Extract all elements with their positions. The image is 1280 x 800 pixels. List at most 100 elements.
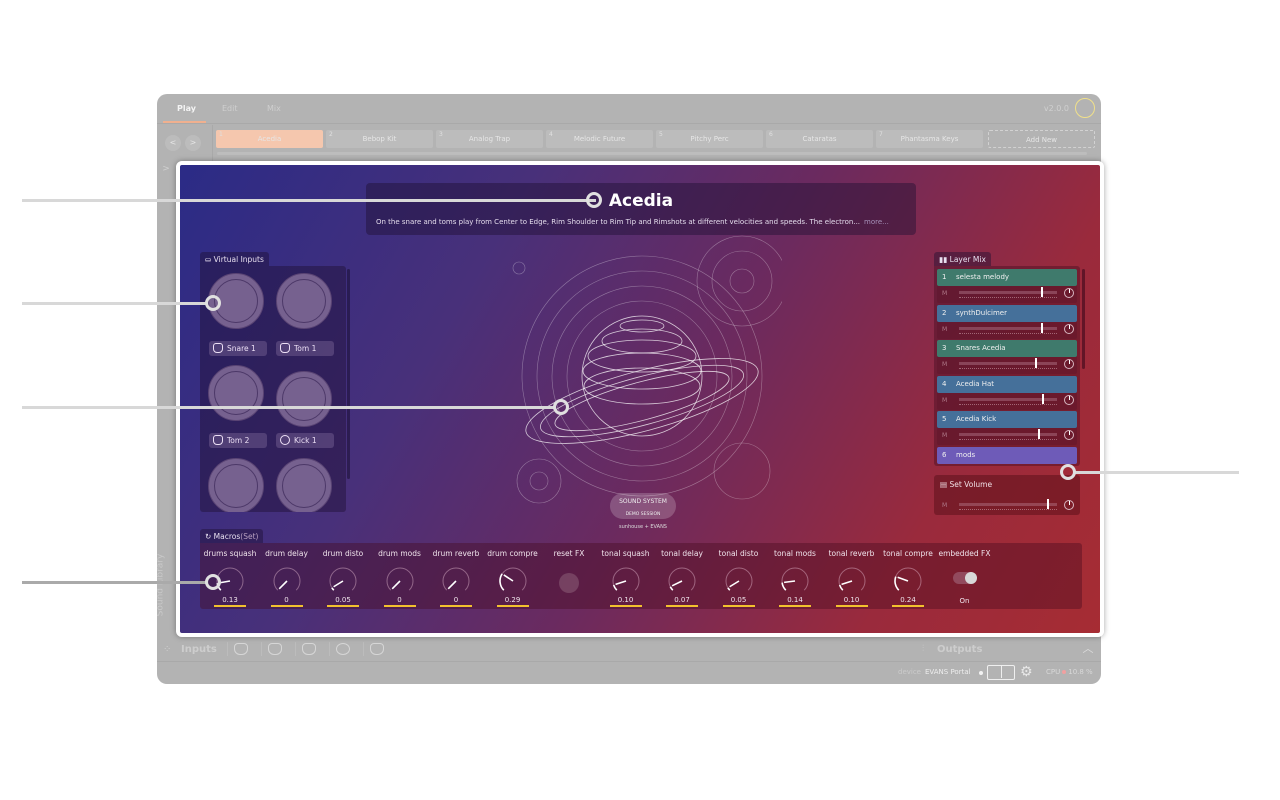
layer-volume-slider[interactable] [959, 433, 1057, 436]
macro-knob[interactable] [838, 567, 866, 595]
tab-edit[interactable]: Edit [222, 104, 238, 113]
reset-fx-button[interactable] [559, 573, 579, 593]
knob-track [273, 567, 300, 591]
macro-knob[interactable] [273, 567, 301, 595]
snare-pad[interactable] [208, 458, 264, 512]
inputs-label[interactable]: Inputs [181, 644, 217, 655]
tom-pad[interactable] [208, 365, 264, 421]
layer-volume-slider[interactable] [959, 362, 1057, 365]
knob-pointer [671, 580, 683, 587]
mute-button[interactable]: M [942, 361, 947, 368]
mute-button[interactable]: M [942, 432, 947, 439]
macro-knob[interactable] [725, 567, 753, 595]
sound-library-label[interactable]: Sound Library [157, 554, 165, 617]
macro-knob[interactable] [894, 567, 922, 595]
embedded-fx-toggle[interactable] [952, 572, 977, 584]
snare-drum-icon[interactable] [370, 643, 384, 655]
preset-tab[interactable]: 6 Cataratas [766, 130, 873, 148]
preset-scrollbar[interactable] [217, 152, 1087, 155]
pan-knob[interactable] [1064, 288, 1074, 298]
more-link[interactable]: more... [864, 218, 889, 226]
preset-tab[interactable]: 3 Analog Trap [436, 130, 543, 148]
macro-knob[interactable] [386, 567, 414, 595]
preset-tab[interactable]: 5 Pitchy Perc [656, 130, 763, 148]
tom-drum-icon[interactable] [268, 643, 282, 655]
knob-value-arc [838, 584, 843, 591]
macro-value[interactable]: 0.29 [496, 596, 529, 607]
volume-slider-thumb[interactable] [1047, 499, 1050, 509]
macro-value[interactable]: 0.24 [892, 596, 924, 607]
layer-mix-scrollbar[interactable] [1082, 269, 1085, 369]
macro-knob[interactable] [612, 567, 640, 595]
next-preset-button[interactable]: > [185, 135, 201, 151]
mute-button[interactable]: M [942, 502, 947, 509]
tom-pad[interactable] [276, 458, 332, 512]
kick-pad[interactable] [276, 371, 332, 427]
add-preset-button[interactable]: Add New [988, 130, 1095, 148]
macro-knob[interactable] [781, 567, 809, 595]
pan-knob[interactable] [1064, 359, 1074, 369]
preset-tab[interactable]: 1 Acedia [216, 130, 323, 148]
layer-header[interactable]: 3 Snares Acedia [937, 340, 1077, 357]
macros-set-link[interactable]: (Set) [240, 532, 258, 541]
preset-tab[interactable]: 7 Phantasma Keys [876, 130, 983, 148]
pan-knob[interactable] [1064, 500, 1074, 510]
gear-icon[interactable]: ⚙ [1020, 664, 1033, 680]
layer-volume-thumb[interactable] [1042, 393, 1045, 404]
kick-drum-icon[interactable] [336, 643, 350, 655]
pad-label[interactable]: Tom 1 [276, 341, 334, 356]
layer-volume-thumb[interactable] [1041, 287, 1044, 297]
macro-value[interactable]: 0.05 [327, 596, 359, 607]
divider [212, 125, 213, 161]
volume-slider[interactable] [959, 503, 1057, 506]
macro-knob[interactable] [498, 567, 527, 595]
pan-knob[interactable] [1064, 394, 1074, 405]
tom-drum-icon[interactable] [302, 643, 316, 655]
layer-header[interactable]: 4 Acedia Hat [937, 375, 1077, 393]
tab-play[interactable]: Play [177, 104, 196, 113]
mute-button[interactable]: M [942, 326, 947, 333]
pad-label[interactable]: Snare 1 [209, 341, 267, 356]
knob-value-arc [726, 587, 730, 591]
expand-sidebar-button[interactable]: > [159, 164, 173, 178]
device-name[interactable]: EVANS Portal [925, 668, 971, 676]
macro-value[interactable]: 0 [440, 596, 472, 607]
macro-value[interactable]: 0.10 [835, 596, 868, 607]
pan-knob[interactable] [1064, 430, 1074, 440]
virtual-inputs-scrollbar[interactable] [347, 269, 350, 479]
macro-knob[interactable] [329, 567, 357, 595]
macro-value[interactable]: 0.10 [609, 596, 642, 607]
outputs-label[interactable]: Outputs [937, 644, 982, 655]
sunhouse-logo-icon[interactable] [1075, 98, 1095, 118]
layer-volume-thumb[interactable] [1038, 429, 1041, 439]
layer-header[interactable]: 1 selesta melody [937, 269, 1077, 286]
macro-value[interactable]: 0.07 [666, 596, 698, 607]
tom-pad[interactable] [276, 273, 332, 329]
pad-label[interactable]: Tom 2 [209, 433, 267, 448]
snare-drum-icon[interactable] [234, 643, 248, 655]
macro-value[interactable]: 0 [270, 596, 303, 607]
layer-header[interactable]: 5 Acedia Kick [937, 411, 1077, 428]
collapse-panel-button[interactable]: ︿ [1079, 640, 1097, 658]
mute-button[interactable]: M [942, 290, 947, 297]
layout-toggle-button[interactable] [987, 665, 1015, 680]
macro-value[interactable]: 0.14 [779, 596, 811, 607]
mute-button[interactable]: M [942, 397, 947, 404]
macro-knob-control: drum reverb 0 [428, 549, 484, 609]
layer-header[interactable]: 6 mods [937, 446, 1077, 464]
callout-line [22, 406, 554, 409]
macro-value[interactable]: 0.13 [214, 596, 246, 607]
tab-mix[interactable]: Mix [267, 104, 281, 113]
layer-header[interactable]: 2 synthDulcimer [937, 304, 1077, 322]
macro-value[interactable]: 0 [383, 596, 416, 607]
pan-knob[interactable] [1064, 323, 1074, 334]
macro-knob[interactable] [442, 567, 470, 595]
macro-value[interactable]: 0.05 [722, 596, 755, 607]
prev-preset-button[interactable]: < [165, 135, 181, 151]
preset-tab[interactable]: 2 Bebop Kit [326, 130, 433, 148]
preset-tab[interactable]: 4 Melodic Future [546, 130, 653, 148]
layer-volume-thumb[interactable] [1041, 322, 1044, 333]
macro-knob[interactable] [668, 567, 696, 595]
pad-label[interactable]: Kick 1 [276, 433, 334, 448]
layer-volume-thumb[interactable] [1035, 358, 1038, 368]
